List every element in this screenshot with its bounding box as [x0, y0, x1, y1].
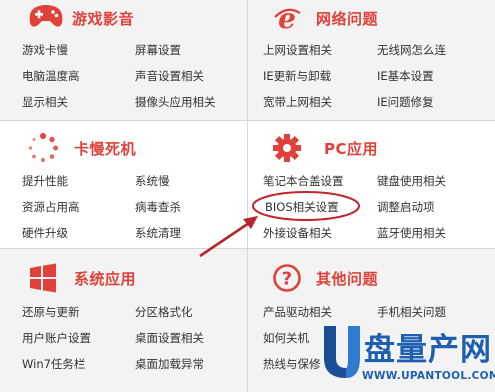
watermark-url: WWW.UPANTOOL.COM — [362, 370, 495, 382]
watermark-brand: 盘量产网 — [364, 332, 492, 368]
section-title: 其他问题 — [316, 269, 379, 288]
link-partition-format[interactable]: 分区格式化 — [135, 304, 193, 320]
watermark: 盘量产网 WWW.UPANTOOL.COM — [318, 318, 495, 392]
highlight-arrow-line — [199, 219, 253, 258]
section-title: 系统应用 — [74, 269, 137, 288]
section-header-other[interactable]: ? 其他问题 — [272, 264, 378, 292]
watermark-logo-icon — [324, 326, 360, 378]
question-icon: ? — [272, 263, 302, 293]
link-desktop-settings[interactable]: 桌面设置相关 — [135, 330, 204, 346]
link-desktop-loading[interactable]: 桌面加载异常 — [135, 356, 204, 372]
link-hotline-warranty[interactable]: 热线与保修 — [263, 356, 321, 372]
link-win7-taskbar[interactable]: Win7任务栏 — [22, 356, 85, 372]
section-header-system-apps[interactable]: 系统应用 — [28, 263, 137, 293]
link-restore-update[interactable]: 还原与更新 — [22, 304, 80, 320]
highlight-ellipse — [252, 191, 360, 221]
link-user-accounts[interactable]: 用户账户设置 — [22, 330, 91, 346]
svg-text:?: ? — [282, 269, 292, 290]
windows-logo-icon — [28, 263, 58, 293]
link-how-shutdown[interactable]: 如何关机 — [263, 330, 309, 346]
